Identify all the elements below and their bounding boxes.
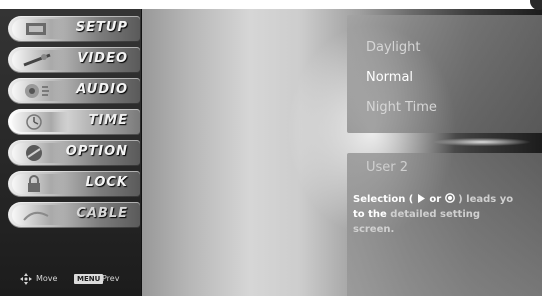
lock-icon <box>12 174 68 194</box>
menu-label-audio: AUDIO <box>76 82 128 97</box>
audio-icon <box>12 81 68 101</box>
menu-item-lock[interactable]: LOCK <box>8 171 140 197</box>
menu-label-cable: CABLE <box>76 206 128 221</box>
help-line2-end: detailed setting <box>390 209 481 220</box>
options-list: Daylight Normal Night Time <box>347 15 542 133</box>
help-line3: screen. <box>353 224 395 235</box>
menu-label-time: TIME <box>88 113 128 128</box>
time-settings-panel: Daylight Normal Night Time User 2 Select… <box>347 15 542 296</box>
highlight-divider <box>402 135 542 149</box>
main-menu-sidebar: SETUP VIDEO AUDIO TIME OPTION LOCK CABLE… <box>0 9 142 296</box>
tv-osd-screen: SETUP VIDEO AUDIO TIME OPTION LOCK CABLE… <box>0 0 542 296</box>
help-line1-or: or <box>425 194 445 205</box>
option-normal[interactable]: Normal <box>366 70 413 85</box>
setup-icon <box>12 19 68 39</box>
menu-label-setup: SETUP <box>75 20 128 35</box>
menu-label-option: OPTION <box>65 144 128 159</box>
top-border <box>0 0 542 9</box>
menu-item-option[interactable]: OPTION <box>8 140 140 166</box>
video-icon <box>12 50 68 70</box>
option-daylight[interactable]: Daylight <box>366 40 420 55</box>
menu-item-video[interactable]: VIDEO <box>8 47 140 73</box>
menu-item-time[interactable]: TIME <box>8 109 140 135</box>
menu-item-cable[interactable]: CABLE <box>8 202 140 228</box>
help-line2-start: to the <box>353 209 391 220</box>
option-icon <box>12 143 68 163</box>
menu-label-video: VIDEO <box>77 51 128 66</box>
cable-icon <box>12 205 68 225</box>
ok-button-icon <box>444 193 455 203</box>
navigation-hint-bar: Move MENU Prev <box>6 272 136 286</box>
prev-hint-label: Prev <box>102 274 120 283</box>
help-text: Selection ( or ) leads yo to the detaile… <box>353 192 542 237</box>
menu-key-badge: MENU <box>74 274 104 284</box>
clock-icon <box>12 112 68 132</box>
option-night-time[interactable]: Night Time <box>366 100 437 115</box>
menu-item-setup[interactable]: SETUP <box>8 16 140 42</box>
help-line1-start: Selection ( <box>353 194 414 205</box>
right-arrow-icon <box>417 194 425 203</box>
move-hint-label: Move <box>36 274 58 283</box>
help-line1-end: ) leads yo <box>458 194 514 205</box>
user-title[interactable]: User 2 <box>366 160 408 175</box>
menu-item-audio[interactable]: AUDIO <box>8 78 140 104</box>
move-arrows-icon <box>20 273 32 285</box>
menu-label-lock: LOCK <box>85 175 128 190</box>
user-section: User 2 Selection ( or ) leads yo to the … <box>347 153 542 296</box>
